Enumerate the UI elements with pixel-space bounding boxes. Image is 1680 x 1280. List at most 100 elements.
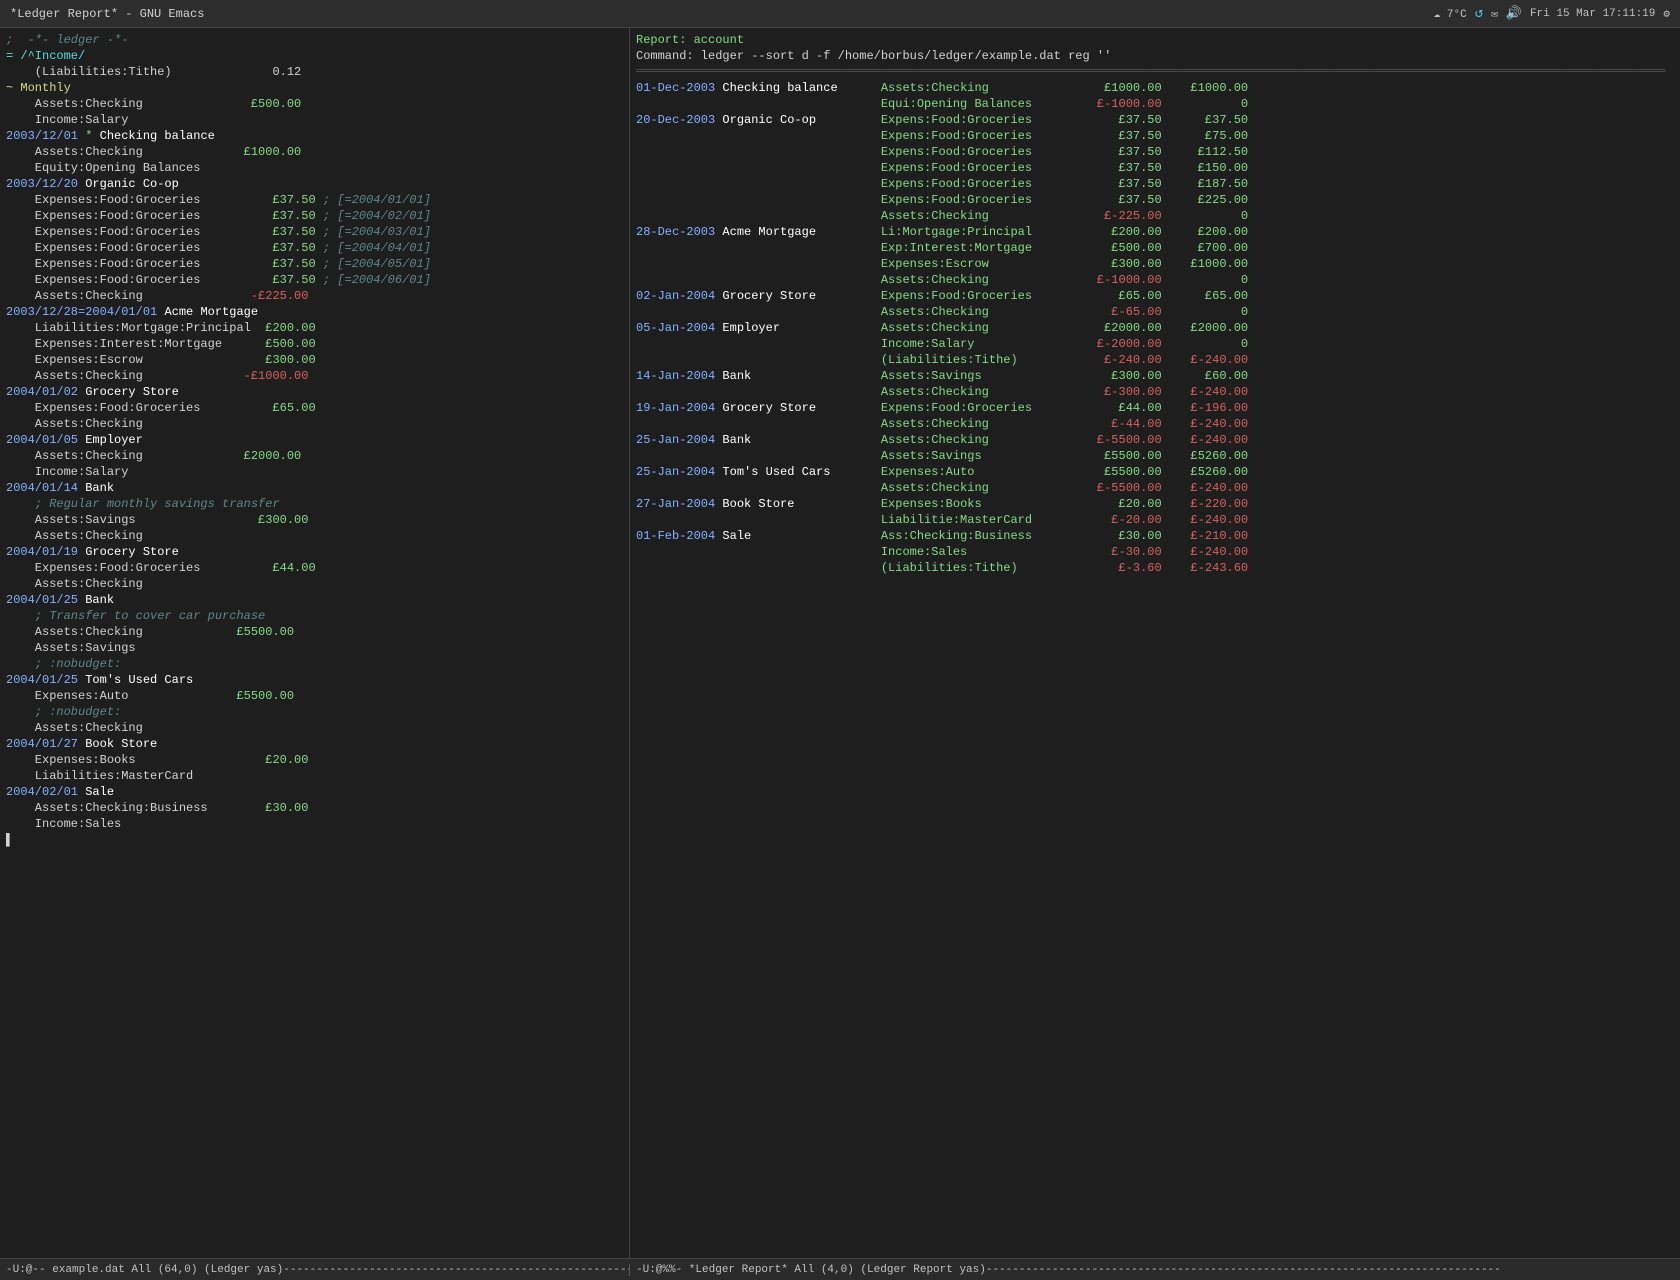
left-line-0: ; -*- ledger -*-	[6, 32, 623, 48]
report-row-5: Expens:Food:Groceries £37.50 £150.00	[636, 160, 1674, 176]
left-line-2: = /^Income/	[6, 48, 623, 64]
left-line-14: Expenses:Food:Groceries £37.50 ; [=2004/…	[6, 192, 623, 208]
report-row-21: Assets:Checking £-44.00 £-240.00	[636, 416, 1674, 432]
settings-icon[interactable]: ⚙	[1663, 7, 1670, 21]
report-row-25: Assets:Checking £-5500.00 £-240.00	[636, 480, 1674, 496]
left-line-39: Assets:Checking	[6, 528, 623, 544]
report-row-19: Assets:Checking £-300.00 £-240.00	[636, 384, 1674, 400]
left-line-49: ; :nobudget:	[6, 656, 623, 672]
report-row-23: Assets:Savings £5500.00 £5260.00	[636, 448, 1674, 464]
report-row-13: 02-Jan-2004 Grocery Store Expens:Food:Gr…	[636, 288, 1674, 304]
report-entries: 01-Dec-2003 Checking balance Assets:Chec…	[636, 80, 1674, 576]
report-row-17: (Liabilities:Tithe) £-240.00 £-240.00	[636, 352, 1674, 368]
report-row-0: 01-Dec-2003 Checking balance Assets:Chec…	[636, 80, 1674, 96]
report-row-8: Assets:Checking £-225.00 0	[636, 208, 1674, 224]
left-line-56: 2004/01/27 Book Store	[6, 736, 623, 752]
left-line-62: Income:Sales	[6, 816, 623, 832]
left-line-47: Assets:Checking £5500.00	[6, 624, 623, 640]
report-row-20: 19-Jan-2004 Grocery Store Expens:Food:Gr…	[636, 400, 1674, 416]
left-pane-content: ; -*- ledger -*-= /^Income/ (Liabilities…	[6, 32, 623, 848]
titlebar-right: ☁ 7°C ↺ ✉ 🔊 Fri 15 Mar 17:11:19 ⚙	[1434, 5, 1670, 22]
left-line-30: Assets:Checking	[6, 416, 623, 432]
report-row-16: Income:Salary £-2000.00 0	[636, 336, 1674, 352]
titlebar-title: *Ledger Report* - GNU Emacs	[10, 7, 204, 21]
weather-display: ☁ 7°C	[1434, 7, 1467, 21]
left-line-13: 2003/12/20 Organic Co-op	[6, 176, 623, 192]
left-line-11: Equity:Opening Balances	[6, 160, 623, 176]
left-line-51: 2004/01/25 Tom's Used Cars	[6, 672, 623, 688]
left-line-17: Expenses:Food:Groceries £37.50 ; [=2004/…	[6, 240, 623, 256]
left-line-28: 2004/01/02 Grocery Store	[6, 384, 623, 400]
left-line-26: Assets:Checking -£1000.00	[6, 368, 623, 384]
report-row-9: 28-Dec-2003 Acme Mortgage Li:Mortgage:Pr…	[636, 224, 1674, 240]
left-line-29: Expenses:Food:Groceries £65.00	[6, 400, 623, 416]
left-line-7: Income:Salary	[6, 112, 623, 128]
status-right: -U:@%%- *Ledger Report* All (4,0) (Ledge…	[630, 1264, 1680, 1276]
left-line-24: Expenses:Interest:Mortgage £500.00	[6, 336, 623, 352]
left-line-20: Assets:Checking -£225.00	[6, 288, 623, 304]
left-line-52: Expenses:Auto £5500.00	[6, 688, 623, 704]
left-line-63: ▌	[6, 832, 623, 848]
report-row-27: Liabilitie:MasterCard £-20.00 £-240.00	[636, 512, 1674, 528]
left-line-16: Expenses:Food:Groceries £37.50 ; [=2004/…	[6, 224, 623, 240]
report-row-11: Expenses:Escrow £300.00 £1000.00	[636, 256, 1674, 272]
left-line-32: 2004/01/05 Employer	[6, 432, 623, 448]
left-line-45: 2004/01/25 Bank	[6, 592, 623, 608]
titlebar: *Ledger Report* - GNU Emacs ☁ 7°C ↺ ✉ 🔊 …	[0, 0, 1680, 28]
reload-icon[interactable]: ↺	[1475, 5, 1483, 22]
statusbar: -U:@-- example.dat All (64,0) (Ledger ya…	[0, 1258, 1680, 1280]
left-line-37: ; Regular monthly savings transfer	[6, 496, 623, 512]
left-line-46: ; Transfer to cover car purchase	[6, 608, 623, 624]
report-header-1: Report: account	[636, 32, 1674, 48]
left-line-18: Expenses:Food:Groceries £37.50 ; [=2004/…	[6, 256, 623, 272]
left-line-25: Expenses:Escrow £300.00	[6, 352, 623, 368]
report-row-6: Expens:Food:Groceries £37.50 £187.50	[636, 176, 1674, 192]
report-row-29: Income:Sales £-30.00 £-240.00	[636, 544, 1674, 560]
report-row-18: 14-Jan-2004 Bank Assets:Savings £300.00 …	[636, 368, 1674, 384]
datetime-display: Fri 15 Mar 17:11:19	[1530, 8, 1655, 20]
report-row-10: Exp:Interest:Mortgage £500.00 £700.00	[636, 240, 1674, 256]
left-line-9: 2003/12/01 * Checking balance	[6, 128, 623, 144]
report-row-2: 20-Dec-2003 Organic Co-op Expens:Food:Gr…	[636, 112, 1674, 128]
left-line-48: Assets:Savings	[6, 640, 623, 656]
report-row-3: Expens:Food:Groceries £37.50 £75.00	[636, 128, 1674, 144]
report-row-15: 05-Jan-2004 Employer Assets:Checking £20…	[636, 320, 1674, 336]
left-line-41: 2004/01/19 Grocery Store	[6, 544, 623, 560]
audio-icon: 🔊	[1506, 6, 1522, 21]
left-line-10: Assets:Checking £1000.00	[6, 144, 623, 160]
status-left: -U:@-- example.dat All (64,0) (Ledger ya…	[0, 1264, 630, 1276]
report-row-22: 25-Jan-2004 Bank Assets:Checking £-5500.…	[636, 432, 1674, 448]
left-line-38: Assets:Savings £300.00	[6, 512, 623, 528]
left-line-19: Expenses:Food:Groceries £37.50 ; [=2004/…	[6, 272, 623, 288]
right-pane[interactable]: Report: account Command: ledger --sort d…	[630, 28, 1680, 1258]
left-line-53: ; :nobudget:	[6, 704, 623, 720]
report-row-14: Assets:Checking £-65.00 0	[636, 304, 1674, 320]
left-line-23: Liabilities:Mortgage:Principal £200.00	[6, 320, 623, 336]
left-line-54: Assets:Checking	[6, 720, 623, 736]
left-line-34: Income:Salary	[6, 464, 623, 480]
report-row-12: Assets:Checking £-1000.00 0	[636, 272, 1674, 288]
left-line-3: (Liabilities:Tithe) 0.12	[6, 64, 623, 80]
report-row-28: 01-Feb-2004 Sale Ass:Checking:Business £…	[636, 528, 1674, 544]
left-line-42: Expenses:Food:Groceries £44.00	[6, 560, 623, 576]
left-line-22: 2003/12/28=2004/01/01 Acme Mortgage	[6, 304, 623, 320]
report-row-7: Expens:Food:Groceries £37.50 £225.00	[636, 192, 1674, 208]
report-row-26: 27-Jan-2004 Book Store Expenses:Books £2…	[636, 496, 1674, 512]
report-row-1: Equi:Opening Balances £-1000.00 0	[636, 96, 1674, 112]
left-pane[interactable]: ; -*- ledger -*-= /^Income/ (Liabilities…	[0, 28, 630, 1258]
left-line-15: Expenses:Food:Groceries £37.50 ; [=2004/…	[6, 208, 623, 224]
report-header-2: Command: ledger --sort d -f /home/borbus…	[636, 48, 1674, 64]
left-line-5: ~ Monthly	[6, 80, 623, 96]
left-line-61: Assets:Checking:Business £30.00	[6, 800, 623, 816]
left-line-33: Assets:Checking £2000.00	[6, 448, 623, 464]
left-line-36: 2004/01/14 Bank	[6, 480, 623, 496]
email-icon[interactable]: ✉	[1491, 7, 1498, 21]
left-line-43: Assets:Checking	[6, 576, 623, 592]
report-row-4: Expens:Food:Groceries £37.50 £112.50	[636, 144, 1674, 160]
left-line-57: Expenses:Books £20.00	[6, 752, 623, 768]
left-line-58: Liabilities:MasterCard	[6, 768, 623, 784]
left-line-6: Assets:Checking £500.00	[6, 96, 623, 112]
report-row-24: 25-Jan-2004 Tom's Used Cars Expenses:Aut…	[636, 464, 1674, 480]
report-row-30: (Liabilities:Tithe) £-3.60 £-243.60	[636, 560, 1674, 576]
report-separator: ════════════════════════════════════════…	[636, 64, 1674, 80]
